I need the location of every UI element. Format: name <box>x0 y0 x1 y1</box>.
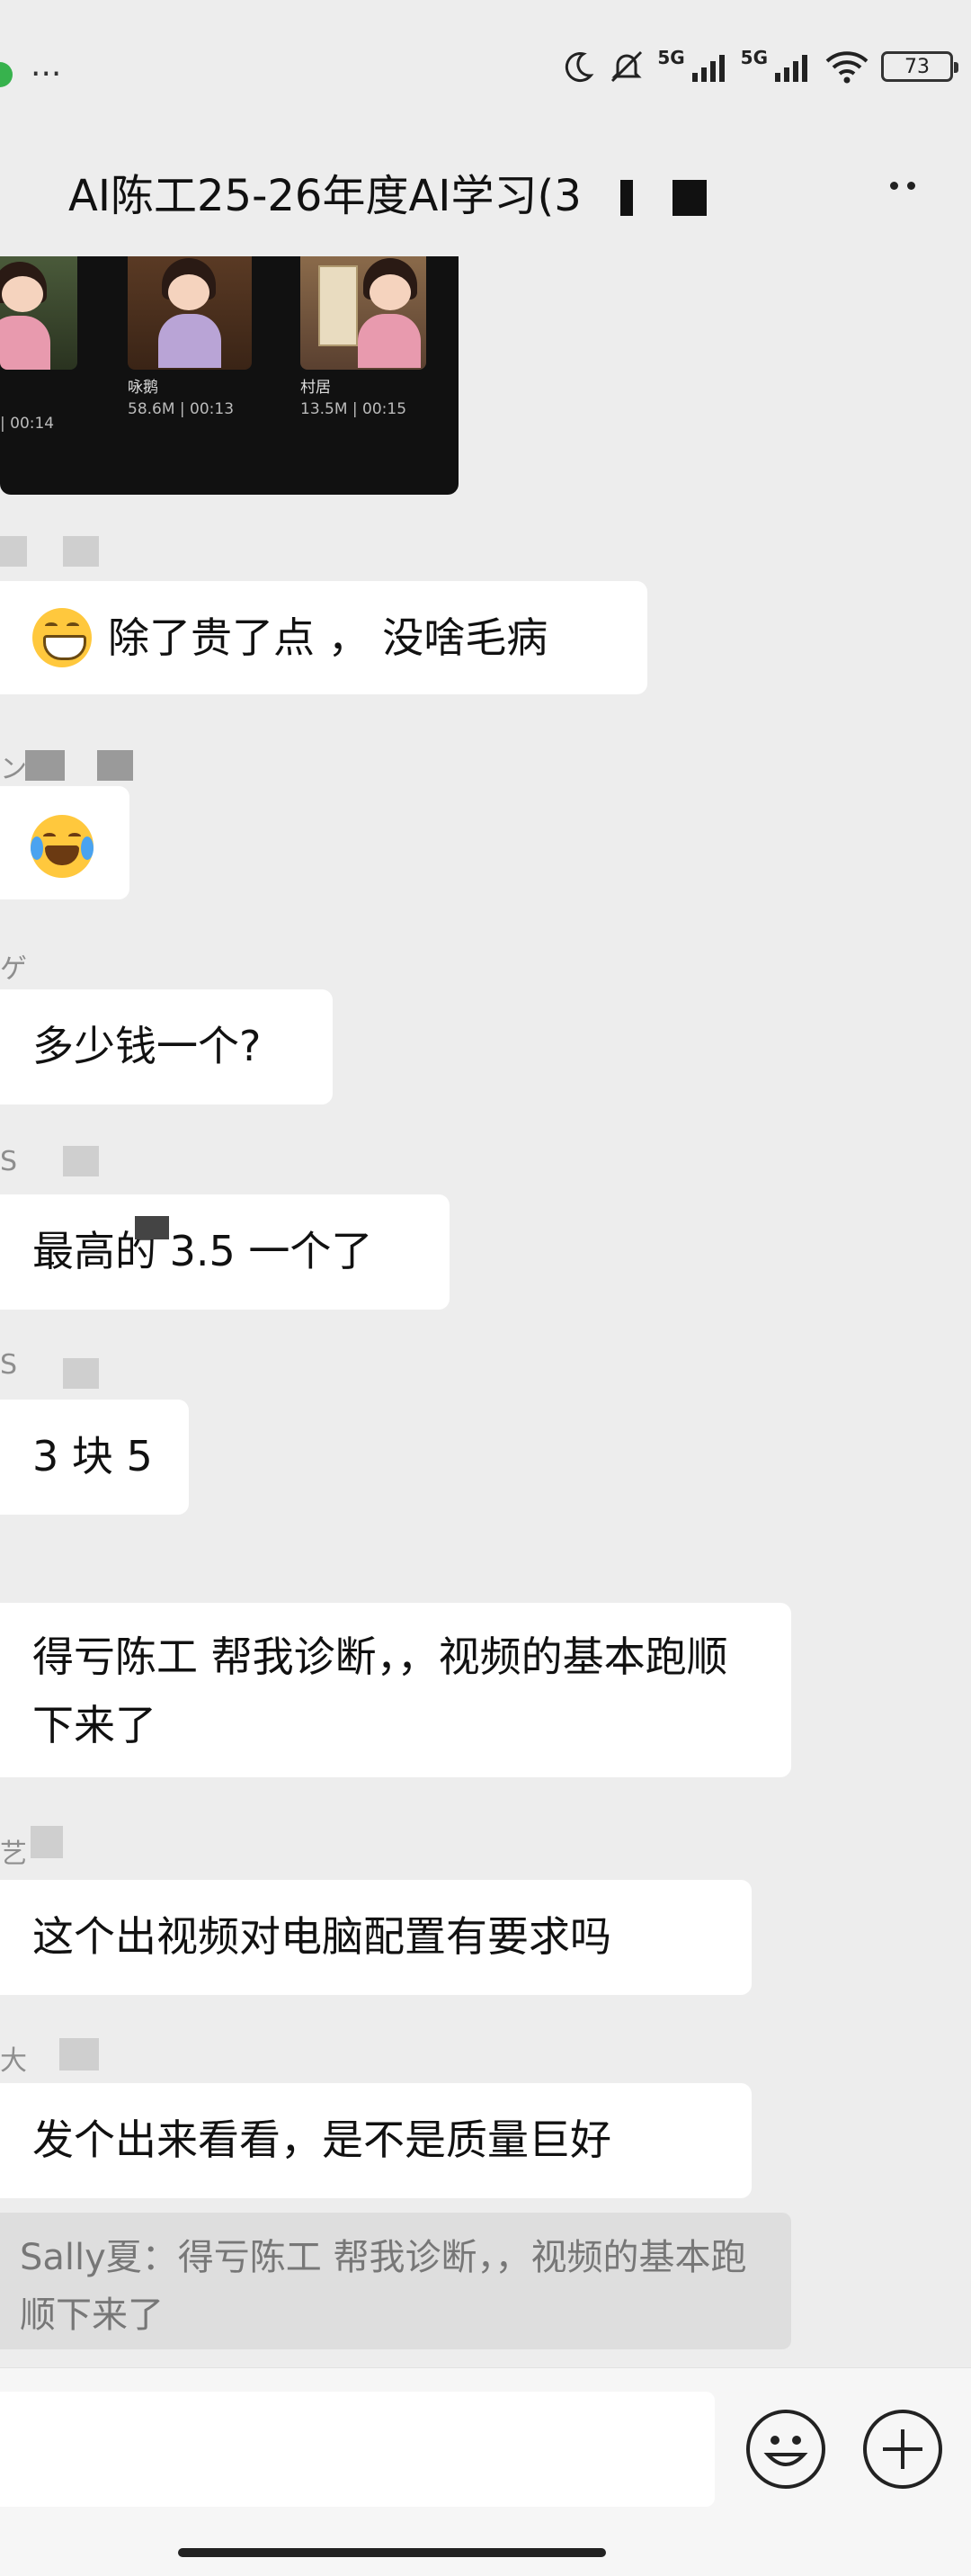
redaction-mark <box>97 750 133 781</box>
status-right: 5G 5G 73 <box>560 47 958 86</box>
video-meta: | 00:14 <box>0 415 55 433</box>
redaction-mark <box>63 1146 99 1176</box>
redaction-mark <box>25 750 65 781</box>
signal-icon-2 <box>775 55 807 82</box>
redaction-mark <box>31 1826 63 1858</box>
message-bubble[interactable]: 多少钱一个? <box>0 989 333 1105</box>
message-bubble[interactable]: 得亏陈工 帮我诊断，，视频的基本跑顺下来了 <box>0 1603 791 1777</box>
moon-icon <box>566 52 594 83</box>
redaction-mark <box>135 1216 169 1239</box>
plus-button[interactable] <box>863 2410 942 2489</box>
redaction-mark <box>63 536 99 567</box>
sender-redacted <box>0 536 99 567</box>
message-bubble[interactable]: 发个出来看看，是不是质量巨好 <box>0 2083 752 2198</box>
video-thumbnail-3[interactable] <box>300 256 426 370</box>
battery-icon: 73 <box>881 51 958 82</box>
video-meta: 13.5M | 00:15 <box>300 400 407 418</box>
plus-icon <box>883 2429 922 2469</box>
grin-icon <box>32 607 92 667</box>
wifi-icon <box>825 51 869 84</box>
sender-name: 艺 <box>0 1838 27 1870</box>
video-gallery-message[interactable]: | 00:14 咏鹅 58.6M | 00:13 村居 13.5M | 00:1… <box>0 256 459 495</box>
mute-bell-icon <box>611 50 643 83</box>
message-bubble[interactable]: 最高的 3.5 一个了 <box>0 1194 450 1310</box>
status-bar: ··· 5G 5G 73 <box>0 0 971 135</box>
video-name: 咏鹅 <box>128 379 158 397</box>
message-bubble[interactable]: 除了贵了点 ， 没啥毛病 <box>0 581 647 694</box>
message-text: 除了贵了点 ， 没啥毛病 <box>108 613 548 662</box>
emoji-button[interactable] <box>746 2410 825 2489</box>
video-name: 村居 <box>300 379 331 397</box>
more-options-button[interactable] <box>876 167 930 203</box>
network-label-1: 5G <box>657 47 685 68</box>
input-bar <box>0 2367 971 2576</box>
video-thumbnail-2[interactable] <box>128 256 252 370</box>
redaction-mark <box>59 2038 99 2071</box>
more-dot <box>907 181 915 190</box>
more-horizontal-icon <box>890 181 898 190</box>
smiley-icon <box>763 2436 808 2466</box>
video-caption-3: 村居 13.5M | 00:15 <box>300 377 406 420</box>
redaction-mark <box>0 536 27 567</box>
app-notification-icon <box>0 61 13 87</box>
redaction-mark <box>673 180 707 216</box>
message-input[interactable] <box>0 2392 715 2507</box>
video-thumbnail-1[interactable] <box>0 256 77 370</box>
message-bubble[interactable] <box>0 786 129 899</box>
sender-name: S <box>0 1146 18 1177</box>
network-label-2: 5G <box>740 47 768 68</box>
redaction-mark <box>620 180 633 216</box>
message-bubble[interactable]: 这个出视频对电脑配置有要求吗 <box>0 1880 752 1995</box>
sender-name: ゲ <box>0 953 27 985</box>
battery-level: 73 <box>904 55 930 78</box>
status-dots: ··· <box>31 56 62 93</box>
video-meta: 58.6M | 00:13 <box>128 400 235 418</box>
sender-name: 大 <box>0 2045 27 2077</box>
tears-of-joy-icon <box>31 814 94 878</box>
status-left: ··· <box>0 56 61 93</box>
message-bubble[interactable]: 3 块 5 <box>0 1400 189 1515</box>
sender-redacted <box>25 750 133 781</box>
video-caption-1: | 00:14 <box>0 391 54 434</box>
video-caption-2: 咏鹅 58.6M | 00:13 <box>128 377 234 420</box>
sender-name: ン <box>0 754 27 785</box>
redaction-mark <box>63 1358 99 1389</box>
quoted-message[interactable]: Sally夏：得亏陈工 帮我诊断，，视频的基本跑顺下来了 <box>0 2213 791 2349</box>
sender-name: S <box>0 1349 18 1381</box>
scroll-image <box>318 265 358 346</box>
chat-title[interactable]: AI陈工25-26年度AI学习(3 <box>68 160 582 223</box>
chat-header: AI陈工25-26年度AI学习(3 <box>0 144 971 234</box>
signal-icon <box>691 55 725 82</box>
home-indicator[interactable] <box>178 2548 606 2557</box>
